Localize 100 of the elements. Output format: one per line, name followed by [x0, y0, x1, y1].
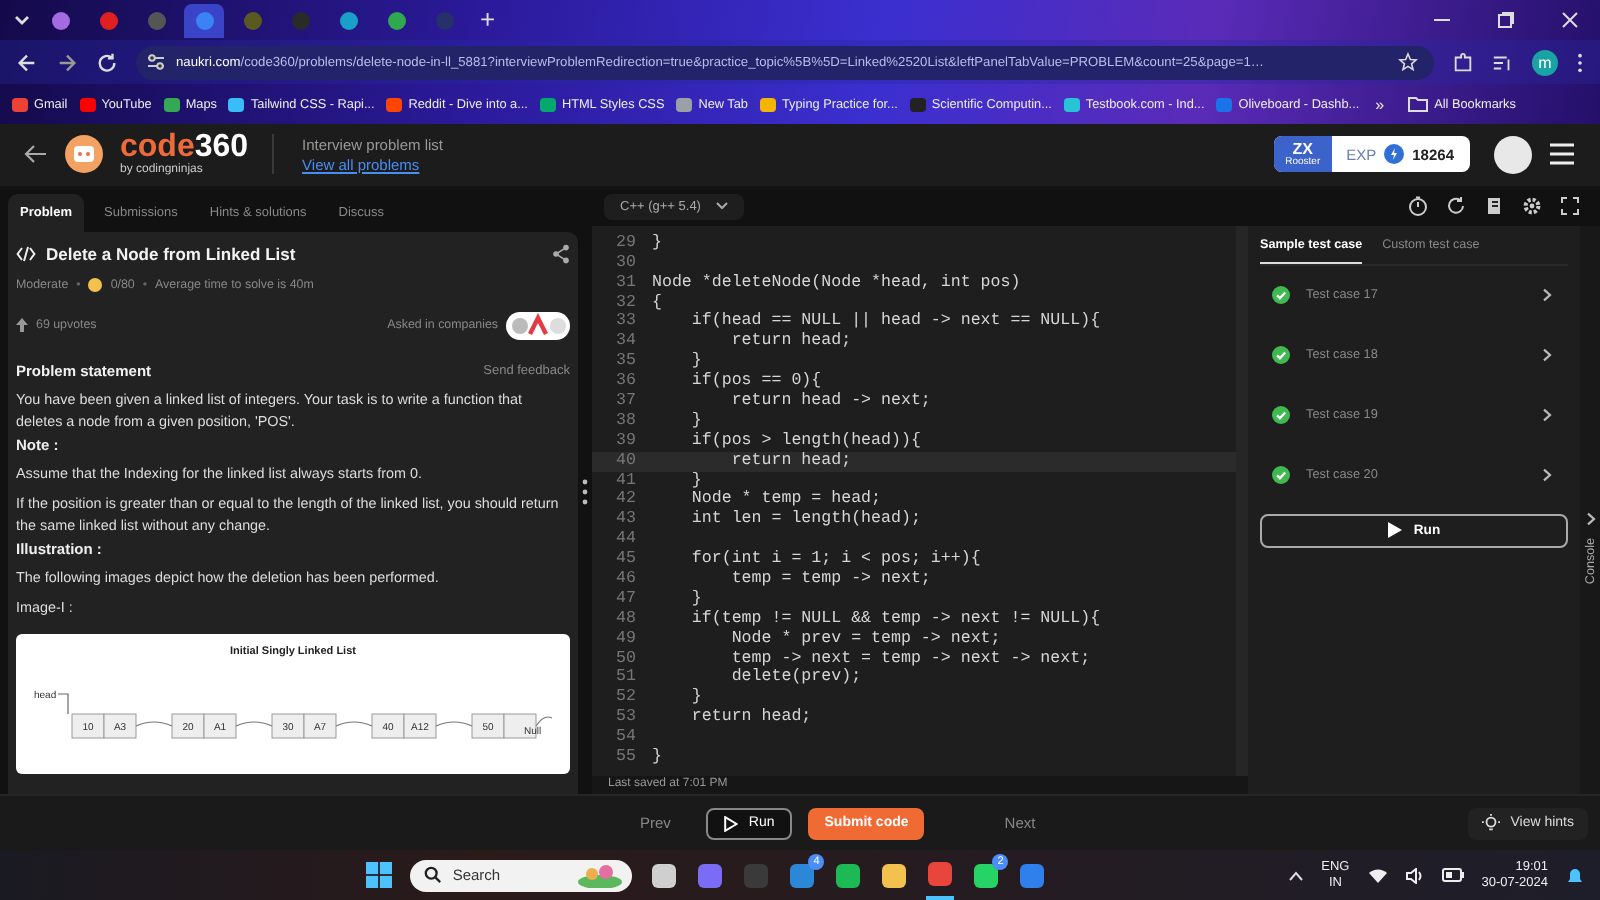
line-number: 51 — [614, 668, 638, 689]
forward-arrow-icon[interactable] — [56, 51, 78, 73]
line-number: 32 — [614, 293, 638, 313]
code-line: } — [689, 352, 702, 372]
play-icon — [1387, 522, 1402, 539]
line-number: 36 — [614, 372, 638, 392]
code-line: delete(prev); — [729, 668, 862, 689]
link-curve — [234, 721, 272, 727]
chevron-right-icon — [1542, 348, 1552, 363]
line-number: 55 — [614, 748, 638, 768]
chevron-up-icon[interactable] — [1287, 869, 1304, 882]
coin-icon — [1384, 144, 1405, 165]
code-line: Node * temp = head; — [689, 490, 882, 510]
logo-wordmark: code360 — [120, 132, 249, 165]
line-number: 52 — [614, 688, 638, 709]
windows-logo-icon[interactable] — [366, 862, 393, 889]
wifi-icon[interactable] — [1367, 867, 1388, 884]
chevron-right-icon — [1542, 408, 1552, 423]
code-line: temp -> next = temp -> next -> next; — [729, 649, 1091, 668]
line-number: 35 — [614, 352, 638, 373]
code-editor[interactable] — [592, 225, 1248, 777]
coin-icon — [88, 277, 103, 292]
line-number: 38 — [614, 411, 638, 432]
head-pointer-line — [56, 693, 68, 715]
search-icon — [424, 866, 443, 885]
notebook-icon[interactable] — [1484, 196, 1504, 217]
code-line: } — [689, 411, 702, 432]
back-arrow-icon[interactable] — [24, 142, 48, 167]
logo-icon — [64, 134, 104, 175]
new-tab-button[interactable]: + — [472, 6, 504, 34]
site-settings-icon[interactable] — [146, 52, 166, 72]
code-line: if(pos == 0){ — [689, 372, 822, 392]
code-line: return head; — [729, 332, 852, 353]
code-line: Node * prev = temp -> next; — [729, 629, 1001, 650]
folder-outline-icon — [1408, 96, 1429, 112]
code-line: { — [652, 293, 662, 313]
kebab-menu-icon[interactable] — [1576, 51, 1584, 73]
line-number: 46 — [614, 569, 638, 590]
link-curve — [134, 721, 172, 727]
extension-icon[interactable] — [1452, 51, 1474, 73]
line-number: 31 — [614, 273, 638, 294]
line-number: 45 — [614, 550, 638, 570]
caret-icon — [716, 202, 729, 211]
close-icon[interactable] — [1560, 10, 1580, 30]
chevron-right-icon — [1585, 511, 1595, 526]
chevron-down-icon[interactable] — [12, 10, 32, 30]
reload-icon[interactable] — [96, 51, 118, 73]
list-node — [270, 713, 336, 739]
line-number: 48 — [614, 609, 638, 630]
line-number: 49 — [614, 629, 638, 650]
line-number: 33 — [614, 312, 638, 333]
battery-icon[interactable] — [1441, 868, 1464, 883]
line-number: 37 — [614, 391, 638, 412]
landscape-drawing — [576, 863, 625, 888]
media-control-icon[interactable] — [1492, 51, 1514, 73]
code-line: } — [689, 471, 702, 490]
line-number: 43 — [614, 510, 638, 531]
code-line: } — [652, 233, 662, 254]
speaker-icon[interactable] — [1405, 867, 1424, 884]
code-line: } — [689, 688, 702, 709]
line-number: 41 — [614, 471, 638, 491]
play-outline-icon — [724, 815, 739, 832]
code-line: return head; — [689, 708, 812, 729]
line-number: 42 — [614, 490, 638, 511]
timer-icon[interactable] — [1408, 196, 1428, 217]
line-number: 34 — [614, 332, 638, 353]
chevron-right-icon — [1542, 288, 1552, 303]
line-number: 39 — [614, 431, 638, 452]
browser-tab[interactable] — [184, 3, 224, 37]
code-line: temp = temp -> next; — [729, 569, 931, 590]
settings-icon[interactable] — [1522, 196, 1542, 217]
more-bookmarks-button[interactable]: » — [1375, 95, 1385, 113]
link-curve — [334, 721, 372, 727]
line-number: 53 — [614, 708, 638, 729]
reset-icon[interactable] — [1446, 196, 1466, 217]
list-node — [70, 713, 136, 739]
line-number: 30 — [614, 253, 638, 274]
drag-handle-icon[interactable] — [582, 477, 588, 506]
list-node — [170, 713, 236, 739]
share-icon[interactable] — [552, 243, 570, 264]
problem-title: Delete a Node from Linked List — [46, 243, 296, 264]
code-line: if(head == NULL || head -> next == NULL){ — [689, 312, 1101, 332]
user-avatar[interactable] — [1494, 135, 1532, 174]
bell-icon[interactable] — [1566, 865, 1584, 886]
star-icon[interactable] — [1398, 52, 1418, 72]
link-curve — [534, 716, 552, 727]
line-number: 47 — [614, 589, 638, 610]
line-number: 54 — [614, 728, 638, 748]
code-line: Node *deleteNode(Node *head, int pos) — [652, 273, 1021, 294]
code-brackets-icon — [16, 245, 36, 262]
restore-icon[interactable] — [1496, 10, 1516, 30]
code-line: } — [652, 748, 662, 768]
fullscreen-icon[interactable] — [1560, 196, 1580, 217]
list-node — [370, 713, 436, 739]
menu-icon[interactable] — [1548, 142, 1576, 167]
code-line: int len = length(head); — [689, 510, 921, 531]
company-logos-drawing — [506, 311, 570, 340]
line-number: 50 — [614, 649, 638, 669]
code-line: for(int i = 1; i < pos; i++){ — [689, 550, 981, 570]
line-number: 44 — [614, 530, 638, 551]
